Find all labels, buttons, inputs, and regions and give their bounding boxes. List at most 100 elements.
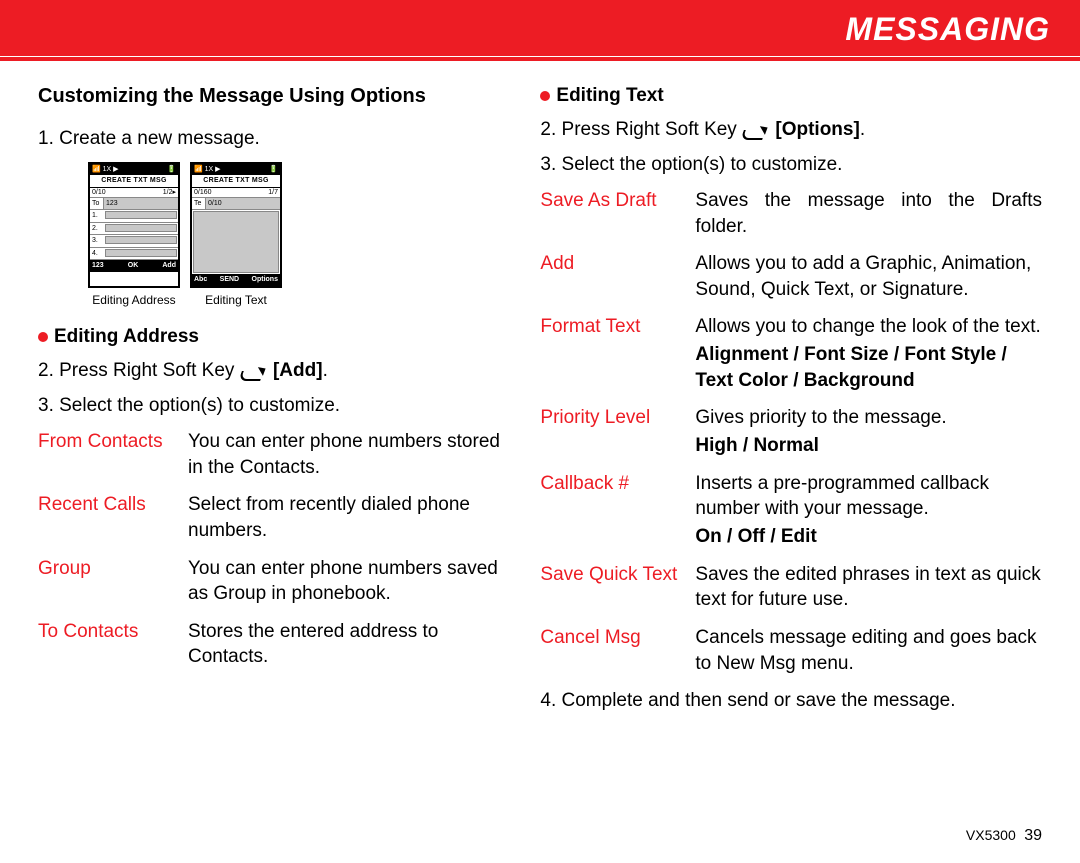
- phone-textarea: [193, 211, 279, 273]
- sk-right: Options: [252, 275, 278, 284]
- model-number: VX5300: [966, 827, 1016, 843]
- to-value: 0/10: [206, 198, 280, 209]
- option-term: Recent Calls: [38, 492, 188, 518]
- desc-sub: On / Off / Edit: [695, 524, 1042, 550]
- row-num: 2.: [90, 223, 104, 234]
- desc-sub: High / Normal: [695, 433, 1042, 459]
- to-label: To: [90, 198, 104, 209]
- option-row: Group You can enter phone numbers saved …: [38, 556, 510, 607]
- sk-right: Add: [162, 261, 176, 270]
- option-desc: Gives priority to the message.High / Nor…: [695, 405, 1042, 458]
- phone-title: CREATE TXT MSG: [90, 175, 178, 187]
- chapter-header: MESSAGING: [0, 0, 1080, 56]
- option-row: Callback # Inserts a pre-programmed call…: [540, 471, 1042, 550]
- desc-text: Saves the message into the Drafts folder…: [695, 190, 1042, 237]
- softkey-arrow-icon: [742, 122, 770, 138]
- phone-editing-text: 📶 1X ▶🔋 CREATE TXT MSG 0/1601/7 Te0/10 A…: [190, 162, 282, 288]
- bullet-icon: [540, 91, 550, 101]
- row-num: 1.: [90, 210, 104, 221]
- address-options-table: From Contacts You can enter phone number…: [38, 429, 510, 670]
- caption: Editing Address: [88, 292, 180, 308]
- softkey-arrow-icon: [240, 363, 268, 379]
- row-box: [105, 224, 177, 232]
- step-text: .: [323, 360, 328, 381]
- sk-left: 123: [92, 261, 104, 270]
- desc-text: Saves the edited phrases in text as quic…: [695, 564, 1040, 611]
- option-desc: Saves the message into the Drafts folder…: [695, 188, 1042, 239]
- step-3: 3. Select the option(s) to customize.: [38, 393, 510, 419]
- step-1: 1. Create a new message.: [38, 126, 510, 152]
- counter-left: 0/160: [194, 188, 212, 197]
- desc-sub: Alignment / Font Size / Font Style / Tex…: [695, 342, 1042, 393]
- step-text: .: [860, 119, 865, 140]
- option-desc: Allows you to change the look of the tex…: [695, 314, 1042, 393]
- phone-editing-address: 📶 1X ▶🔋 CREATE TXT MSG 0/101/2▸ To123 1.…: [88, 162, 180, 288]
- row-box: [105, 211, 177, 219]
- option-row: Add Allows you to add a Graphic, Animati…: [540, 251, 1042, 302]
- phone-title: CREATE TXT MSG: [192, 175, 280, 187]
- option-row: Format Text Allows you to change the loo…: [540, 314, 1042, 393]
- row-num: 4.: [90, 248, 104, 259]
- option-row: To Contacts Stores the entered address t…: [38, 619, 510, 670]
- option-desc: You can enter phone numbers stored in th…: [188, 429, 510, 480]
- option-desc: Inserts a pre-programmed callback number…: [695, 471, 1042, 550]
- to-label: Te: [192, 198, 206, 209]
- option-row: Save Quick Text Saves the edited phrases…: [540, 562, 1042, 613]
- row-num: 3.: [90, 235, 104, 246]
- page-content: Customizing the Message Using Options 1.…: [0, 61, 1080, 724]
- desc-text: Cancels message editing and goes back to…: [695, 627, 1036, 674]
- desc-text: Allows you to add a Graphic, Animation, …: [695, 253, 1031, 300]
- step-2: 2. Press Right Soft Key [Options].: [540, 117, 1042, 143]
- row-box: [105, 236, 177, 244]
- option-desc: Stores the entered address to Contacts.: [188, 619, 510, 670]
- counter-left: 0/10: [92, 188, 106, 197]
- option-row: Save As Draft Saves the message into the…: [540, 188, 1042, 239]
- option-term: Save As Draft: [540, 188, 695, 214]
- subheading-editing-address: Editing Address: [38, 324, 510, 350]
- sk-mid: OK: [128, 261, 139, 270]
- step-4: 4. Complete and then send or save the me…: [540, 688, 1042, 714]
- counter-right: 1/2▸: [163, 188, 176, 197]
- option-row: From Contacts You can enter phone number…: [38, 429, 510, 480]
- option-desc: Cancels message editing and goes back to…: [695, 625, 1042, 676]
- option-row: Priority Level Gives priority to the mes…: [540, 405, 1042, 458]
- subheading-label: Editing Address: [54, 324, 199, 350]
- option-desc: Select from recently dialed phone number…: [188, 492, 510, 543]
- page-number: 39: [1024, 827, 1042, 844]
- caption: Editing Text: [190, 292, 282, 308]
- option-desc: You can enter phone numbers saved as Gro…: [188, 556, 510, 607]
- status-right: 🔋: [269, 165, 278, 174]
- option-term: Callback #: [540, 471, 695, 497]
- option-term: Group: [38, 556, 188, 582]
- option-term: From Contacts: [38, 429, 188, 455]
- option-term: Format Text: [540, 314, 695, 340]
- page-footer: VX5300 39: [966, 827, 1042, 845]
- section-title: Customizing the Message Using Options: [38, 83, 510, 110]
- subheading-label: Editing Text: [556, 83, 663, 109]
- option-term: Save Quick Text: [540, 562, 695, 588]
- phone-captions: Editing Address Editing Text: [88, 292, 510, 308]
- phone-screenshots: 📶 1X ▶🔋 CREATE TXT MSG 0/101/2▸ To123 1.…: [88, 162, 510, 288]
- desc-text: Inserts a pre-programmed callback number…: [695, 473, 989, 520]
- status-left: 📶 1X ▶: [92, 165, 119, 174]
- to-value: 123: [104, 198, 178, 209]
- option-desc: Saves the edited phrases in text as quic…: [695, 562, 1042, 613]
- option-term: Priority Level: [540, 405, 695, 431]
- bullet-icon: [38, 332, 48, 342]
- subheading-editing-text: Editing Text: [540, 83, 1042, 109]
- sk-mid: SEND: [220, 275, 239, 284]
- step-text: 2. Press Right Soft Key: [38, 360, 240, 381]
- right-column: Editing Text 2. Press Right Soft Key [Op…: [540, 83, 1042, 724]
- desc-text: Allows you to change the look of the tex…: [695, 316, 1040, 337]
- row-box: [105, 249, 177, 257]
- text-options-table: Save As Draft Saves the message into the…: [540, 188, 1042, 676]
- option-term: To Contacts: [38, 619, 188, 645]
- status-left: 📶 1X ▶: [194, 165, 221, 174]
- option-term: Cancel Msg: [540, 625, 695, 651]
- sk-left: Abc: [194, 275, 207, 284]
- left-column: Customizing the Message Using Options 1.…: [38, 83, 510, 724]
- step-2: 2. Press Right Soft Key [Add].: [38, 358, 510, 384]
- step-3: 3. Select the option(s) to customize.: [540, 152, 1042, 178]
- status-right: 🔋: [167, 165, 176, 174]
- softkey-name: [Options]: [775, 119, 859, 140]
